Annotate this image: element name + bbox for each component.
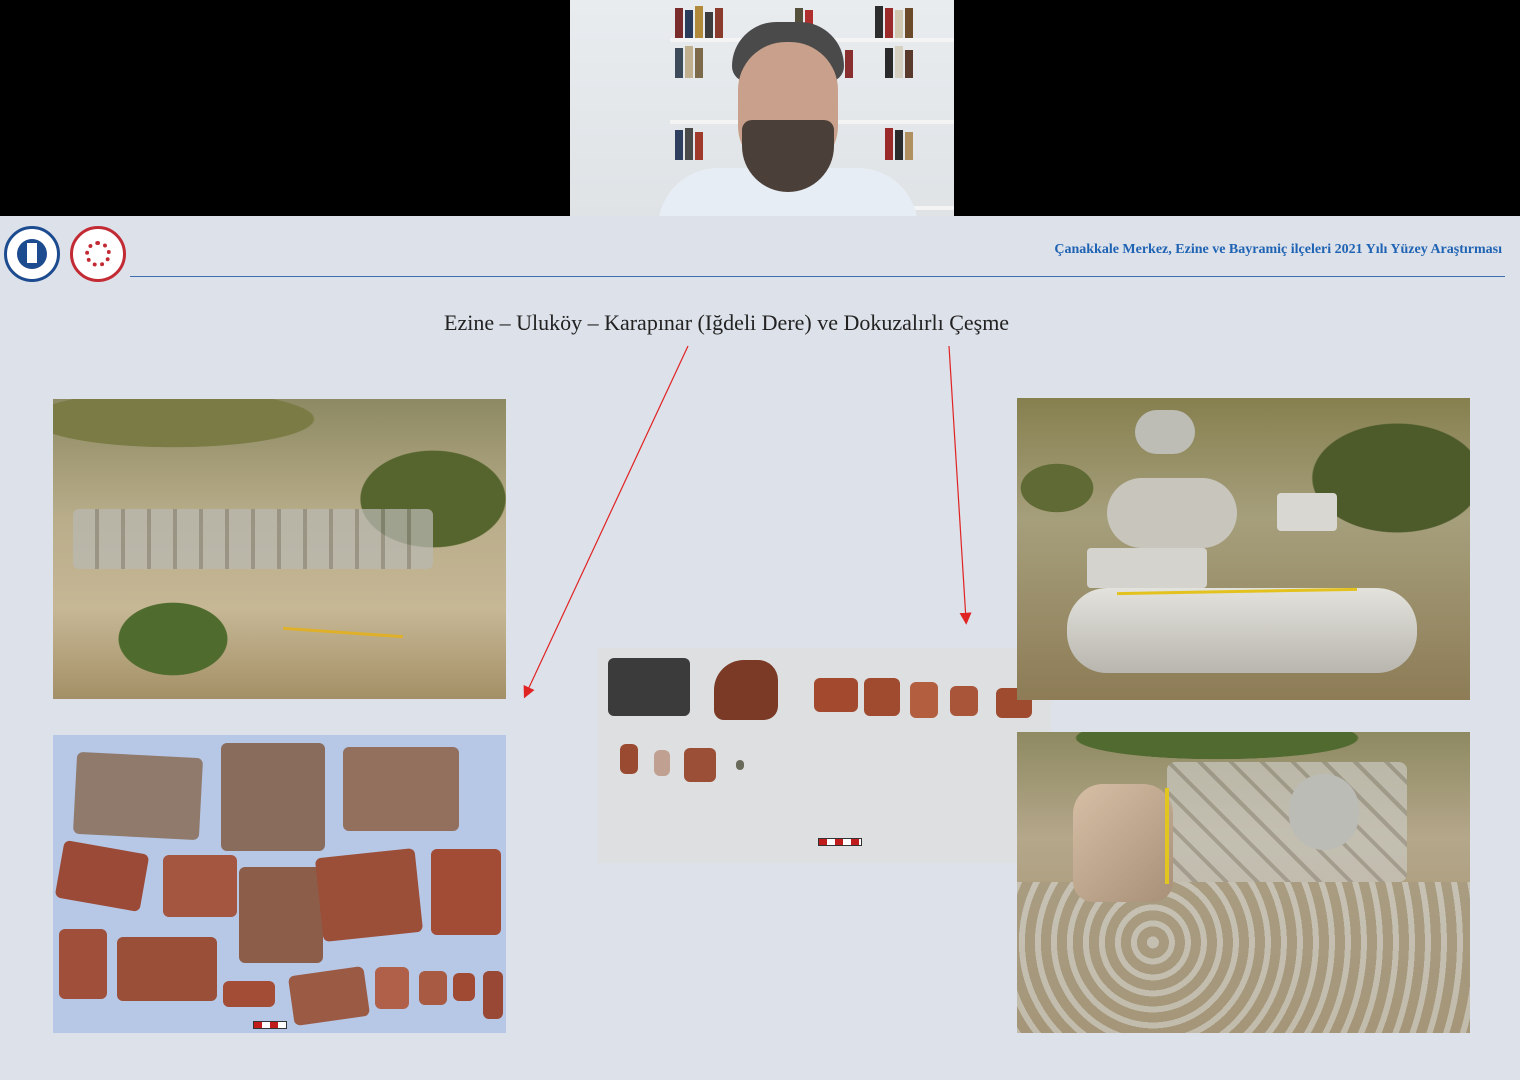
slide-main-title: Ezine – Uluköy – Karapınar (Iğdeli Dere)… [444,310,1010,335]
speaker-webcam-feed [570,0,954,216]
arrow-to-left-photos [523,345,689,699]
pottery-sherds-photo [53,735,506,1033]
column-drum-photo [1017,398,1470,700]
ministry-emblem-icon [70,226,126,282]
university-seal-icon [4,226,60,282]
site-photo-wall-ruins [53,399,506,699]
ceramic-fragments-photo [598,648,1051,863]
presentation-slide: Çanakkale Merkez, Ezine ve Bayramiç ilçe… [0,216,1520,1080]
video-top-bar [0,0,1520,216]
slide-header-title: Çanakkale Merkez, Ezine ve Bayramiç ilçe… [1054,242,1502,257]
fountain-ruins-photo [1017,732,1470,1033]
scale-bar [818,838,862,846]
scale-bar [253,1021,287,1029]
arrow-to-right-photos [948,345,972,625]
header-divider [130,276,1505,277]
